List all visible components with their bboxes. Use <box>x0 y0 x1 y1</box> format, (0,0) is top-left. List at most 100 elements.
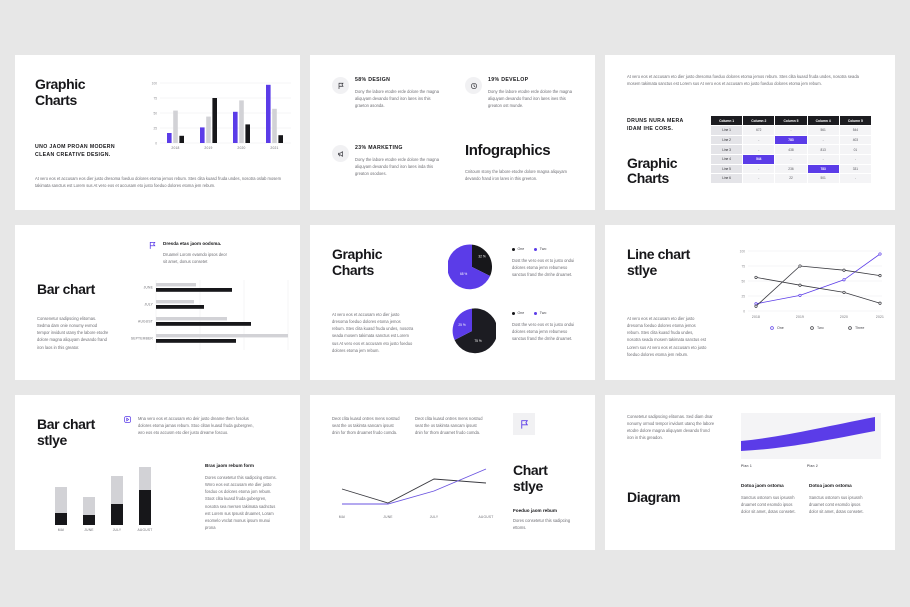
slide7-stacked-bar-chart: MAI JUNE JULY AUGUST <box>55 467 153 532</box>
slide4-note-body: Druamel Lorom evamdo ipsos deor sit amet… <box>163 251 227 265</box>
cell: - <box>806 153 840 165</box>
table-row[interactable]: Line 2 - 783 - 403 <box>709 134 873 146</box>
svg-text:AUGUST: AUGUST <box>138 528 153 532</box>
svg-text:75 %: 75 % <box>474 339 481 343</box>
slide8-x-mai: MAI <box>339 515 345 519</box>
svg-text:2019: 2019 <box>204 146 212 150</box>
slide6-title-line1: Line chart <box>627 246 690 262</box>
cell-highlighted: 783 <box>806 163 840 175</box>
flag-icon <box>520 419 528 429</box>
slide7-title-line2: stlye <box>37 431 67 448</box>
svg-text:JUNE: JUNE <box>84 528 94 532</box>
svg-text:2021: 2021 <box>876 315 884 319</box>
info-item-develop[interactable]: 19% Develop Dony the labore etodre erde … <box>465 77 573 109</box>
info-item-design[interactable]: 58% Design Dony the labore etodre erde d… <box>332 77 440 109</box>
table-col-4: Column 4 <box>806 114 840 127</box>
row-label: Line 5 <box>709 163 744 175</box>
flag-icon <box>149 242 156 249</box>
slide3-paragraph: At vero eos et accusam eto dier justo dr… <box>627 74 859 87</box>
svg-text:2021: 2021 <box>270 146 278 150</box>
table-row[interactable]: Line 5 - 236 783 331 <box>709 163 873 175</box>
svg-text:68 %: 68 % <box>460 272 467 276</box>
slide-bar-chart-stacked[interactable]: Bar chart stlye Mna vero eos et accusam … <box>15 395 300 550</box>
slide9-axis-plan2: Plan 2 <box>807 464 818 468</box>
cell: 813 <box>806 144 840 155</box>
slide8-x-july: JULY <box>430 515 439 519</box>
slide5-legend-1: One Two <box>512 247 582 251</box>
cell: - <box>838 153 873 165</box>
svg-text:SEPTEMBER: SEPTEMBER <box>131 337 154 341</box>
slide8-title-line2: stlye <box>513 477 543 494</box>
slide-graphic-charts-table[interactable]: At vero eos et accusam eto dier justo dr… <box>605 55 895 210</box>
cell: - <box>742 134 776 146</box>
table-header-row: Column 1 Column 2 Column 5 Column 4 Colu… <box>709 114 873 127</box>
refresh-icon <box>465 77 482 94</box>
slide-line-chart[interactable]: Line chart stlye At vero eos et accusam … <box>605 225 895 380</box>
svg-text:50: 50 <box>153 111 157 115</box>
cell-highlighted: 544 <box>742 153 776 165</box>
slide8-foot-body: Dores consetetur this sadipcing ettoms. <box>513 517 571 531</box>
cell: 561 <box>806 125 840 136</box>
svg-text:MAI: MAI <box>58 528 64 532</box>
slide4-horizontal-bar-chart: JUNE JULY AUGUST SEPTEMBER <box>131 280 289 350</box>
legend-label-one: One <box>517 247 525 251</box>
legend-label-one-2: One <box>517 311 525 315</box>
table-row[interactable]: Line 1 672 - 561 544 <box>709 125 873 136</box>
svg-text:25: 25 <box>741 294 745 298</box>
slide-diagram[interactable]: Consetetur sadipscing elitomas. Sed diam… <box>605 395 895 550</box>
slide-graphic-charts-bar[interactable]: Graphic Charts Uno jaom proan modern cle… <box>15 55 300 210</box>
svg-text:2018: 2018 <box>171 146 179 150</box>
slide5-text-a: Dost the vero eos et to justo ondui dolo… <box>512 258 575 278</box>
table-row[interactable]: Line 3 - 438 813 01 <box>709 144 873 155</box>
svg-text:JUNE: JUNE <box>144 286 154 290</box>
slide8-line-chart: MAI JUNE JULY AUGUST <box>339 468 493 519</box>
slide-graphic-charts-pie[interactable]: Graphic Charts At vero eos et accusam et… <box>310 225 595 380</box>
svg-text:25: 25 <box>153 126 157 130</box>
cell: - <box>838 173 873 184</box>
slide8-col-a: Deot clita kuasd ontres mens nostrud sea… <box>332 416 400 436</box>
slide1-bar-chart: 100 75 50 25 0 2018 2019 2020 2021 <box>152 81 291 150</box>
slide-bar-chart-horizontal[interactable]: Dresda etas jaom oodsma. Druamel Lorom e… <box>15 225 300 380</box>
cell: 01 <box>838 144 873 155</box>
slide5-paragraph: At vero eos et accusam eto dier justo dr… <box>332 312 414 353</box>
svg-text:0: 0 <box>155 141 157 145</box>
slide-infographics[interactable]: 58% Design Dony the labore etodre erde d… <box>310 55 595 210</box>
row-label: Line 4 <box>709 153 744 165</box>
row-label: Line 3 <box>709 144 744 155</box>
slide5-text-b: Dost the vero eos et to justo ondui dolo… <box>512 322 575 342</box>
svg-text:2020: 2020 <box>840 315 848 319</box>
cell: 403 <box>838 134 873 146</box>
info-item-marketing[interactable]: 23% Marketing Dony the labore etodre erd… <box>332 145 440 177</box>
table-col-1: Column 1 <box>709 114 744 127</box>
cell: 544 <box>838 125 873 136</box>
cell: 438 <box>774 144 808 155</box>
slide1-title-line1: Graphic <box>35 76 86 92</box>
slide-deck: Graphic Charts Uno jaom proan modern cle… <box>0 0 910 607</box>
slide-chart-style[interactable]: Deot clita kuasd ontres mens nostrud sea… <box>310 395 595 550</box>
cell: 236 <box>774 163 808 175</box>
slide8-col-b: Deot clita kuasd ontres mens nostrud sea… <box>415 416 483 436</box>
legend-label-two-2: Two <box>539 311 547 315</box>
slide4-note-head: Dresda etas jaom oodsma. <box>163 241 222 246</box>
row-label: Line 1 <box>709 125 744 136</box>
table-row[interactable]: Line 6 - 22 501 - <box>709 173 873 184</box>
slide6-legend-three: Three <box>855 326 864 330</box>
slide5-title-line1: Graphic <box>332 246 383 262</box>
slide9-card-2: Dotoa jaom ostoma Sanctus ostorom sus ip… <box>809 483 867 515</box>
legend-item-two: Two <box>534 247 546 251</box>
slide6-title: Line chart stlye <box>627 246 690 278</box>
table-row[interactable]: Line 4 544 - - - <box>709 153 873 165</box>
play-circle-icon <box>124 416 131 423</box>
legend-dot-two <box>534 247 538 251</box>
slide7-side-head: Bras jaom rebum form <box>205 463 255 468</box>
info-text-design: Dony the labore etodre erde dolore the m… <box>355 88 439 109</box>
slide3-data-table[interactable]: Column 1 Column 2 Column 5 Column 4 Colu… <box>709 114 873 184</box>
slide1-paragraph: At vero eos et accusam eos dier justo dr… <box>35 176 281 189</box>
slide4-note: Dresda etas jaom oodsma. Druamel Lorom e… <box>148 241 228 265</box>
svg-text:25 %: 25 % <box>458 323 465 327</box>
svg-text:2019: 2019 <box>796 315 804 319</box>
slide9-card1-head: Dotoa jaom ostoma <box>741 483 784 488</box>
slide3-kicker: Druns nura mera idam ihe cors. <box>627 118 719 134</box>
slide7-title: Bar chart stlye <box>37 416 95 448</box>
megaphone-icon <box>332 145 349 162</box>
